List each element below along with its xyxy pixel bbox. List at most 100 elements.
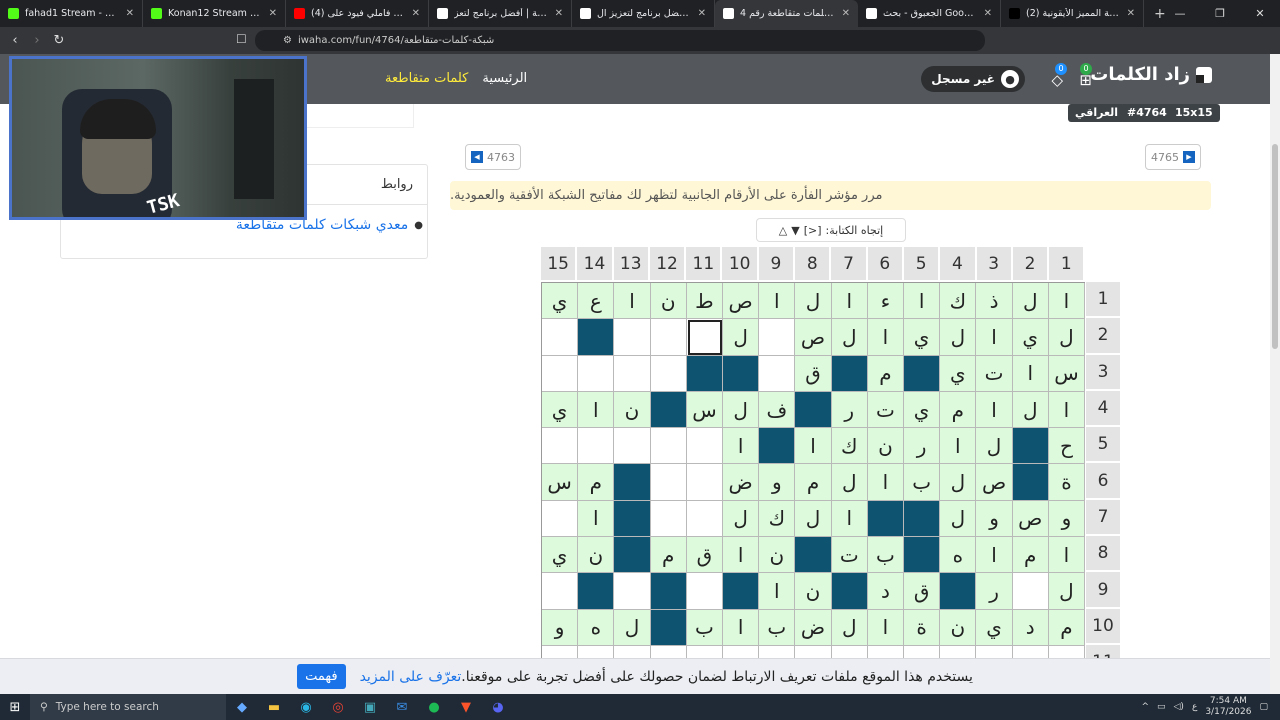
input-language[interactable]: ع	[1192, 702, 1197, 712]
row-number[interactable]: 9	[1086, 572, 1120, 609]
column-number[interactable]: 3	[976, 247, 1013, 280]
grid-cell[interactable]	[686, 428, 724, 465]
grid-cell[interactable]: ة	[1048, 464, 1085, 501]
grid-cell[interactable]: ل	[795, 283, 832, 320]
grid-cell[interactable]: ل	[940, 464, 977, 501]
grid-cell[interactable]: ا	[723, 428, 760, 465]
grid-cell[interactable]: ر	[976, 573, 1013, 610]
nav-home[interactable]: الرئيسية	[482, 71, 527, 86]
column-number[interactable]: 6	[867, 247, 904, 280]
grid-cell[interactable]: ص	[976, 464, 1013, 501]
grid-cell[interactable]	[542, 428, 579, 465]
column-number[interactable]: 2	[1012, 247, 1050, 280]
grid-cell[interactable]: ل	[723, 391, 760, 429]
grid-cell[interactable]: ل	[1048, 319, 1085, 356]
grid-cell[interactable]: ل	[614, 609, 651, 646]
next-puzzle-button[interactable]: 4765 ▶	[1145, 144, 1201, 170]
grid-cell[interactable]: ا	[759, 283, 796, 320]
grid-cell[interactable]: ح	[1048, 428, 1085, 465]
region-tag[interactable]: العراقي	[1068, 104, 1126, 122]
tab-close-icon[interactable]: ✕	[698, 8, 706, 19]
grid-cell[interactable]	[686, 464, 724, 501]
row-number[interactable]: 6	[1086, 463, 1120, 500]
browser-tab[interactable]: Konan12 Stream - Kick Dashbo ✕	[143, 0, 286, 27]
grid-cell[interactable]	[650, 319, 687, 356]
grid-cell[interactable]: ع	[578, 283, 615, 320]
site-logo[interactable]: زاد الكلمات	[1090, 64, 1212, 85]
grid-cell[interactable]: ق	[795, 355, 832, 392]
grid-cell[interactable]	[759, 319, 796, 356]
brave-icon[interactable]: ▼	[450, 694, 482, 720]
grid-cell[interactable]: ق	[686, 537, 724, 574]
edge-icon[interactable]: ◉	[290, 694, 322, 720]
grid-cell[interactable]: ب	[867, 537, 905, 574]
row-number[interactable]: 1	[1086, 282, 1120, 319]
windows-start-icon[interactable]: ⊞	[0, 700, 30, 715]
grid-cell[interactable]: ا	[940, 428, 977, 465]
grid-cell[interactable]: ن	[795, 573, 832, 610]
grid-cell[interactable]: و	[542, 609, 579, 646]
grid-cell[interactable]: ي	[542, 283, 579, 320]
row-number[interactable]: 4	[1086, 390, 1120, 428]
column-number[interactable]: 8	[795, 247, 832, 280]
tab-close-icon[interactable]: ✕	[269, 8, 277, 19]
grid-cell[interactable]: م	[795, 464, 832, 501]
grid-cell[interactable]: ا	[867, 319, 905, 356]
column-number[interactable]: 7	[831, 247, 868, 280]
grid-cell[interactable]: ن	[867, 428, 905, 465]
prev-puzzle-button[interactable]: ◀ 4763	[465, 144, 521, 170]
mail-icon[interactable]: ✉	[386, 694, 418, 720]
grid-cell[interactable]: ي	[940, 355, 977, 392]
direction-up-icon[interactable]: △	[779, 224, 787, 237]
grid-cell[interactable]: ا	[578, 500, 615, 538]
grid-cell[interactable]: ا	[723, 537, 760, 574]
grid-cell[interactable]: ف	[759, 391, 796, 429]
copilot-icon[interactable]: ◆	[226, 694, 258, 720]
tab-close-icon[interactable]: ✕	[1127, 8, 1135, 19]
notifications-icon[interactable]: ▢	[1259, 702, 1268, 712]
chrome-icon[interactable]: ◎	[322, 694, 354, 720]
grid-cell[interactable]: ل	[723, 319, 760, 356]
grid-cell[interactable]: ص	[1012, 500, 1049, 538]
tray-chevron-icon[interactable]: ^	[1141, 702, 1149, 712]
column-number[interactable]: 9	[758, 247, 796, 280]
grid-cell[interactable]: ل	[831, 609, 868, 646]
tab-close-icon[interactable]: ✕	[126, 8, 134, 19]
grid-cell[interactable]: ب	[686, 609, 724, 646]
grid-cell[interactable]: ض	[723, 464, 760, 501]
bookmark-icon[interactable]: ☐	[236, 32, 247, 46]
browser-tab[interactable]: بوت الدردشة | أفضل برنامج لتعز ✕	[429, 0, 572, 27]
grid-cell[interactable]: ذ	[976, 283, 1013, 320]
grid-cell[interactable]: ا	[759, 573, 796, 610]
row-number[interactable]: 5	[1086, 427, 1120, 464]
grid-cell[interactable]: ن	[614, 391, 651, 429]
grid-cell[interactable]: ا	[578, 391, 615, 429]
grid-cell[interactable]: ا	[723, 609, 760, 646]
grid-cell[interactable]: ض	[795, 609, 832, 646]
taskbar-search[interactable]: ⚲ Type here to search	[30, 694, 226, 720]
grid-cell[interactable]: ا	[1048, 283, 1085, 320]
grid-cell[interactable]: ب	[759, 609, 796, 646]
grid-cell[interactable]: ك	[759, 500, 796, 538]
grid-cell[interactable]: ا	[831, 500, 868, 538]
grid-cell[interactable]	[542, 500, 579, 538]
taskbar-clock[interactable]: 7:54 AM 3/17/2026	[1205, 696, 1251, 718]
grid-cell[interactable]: ل	[1012, 391, 1049, 429]
grid-cell[interactable]: ر	[831, 391, 868, 429]
grid-cell[interactable]: ل	[831, 464, 868, 501]
grid-cell[interactable]	[542, 355, 579, 392]
file-explorer-icon[interactable]: ▬	[258, 694, 290, 720]
learn-more-link[interactable]: تعرّف على المزيد	[360, 669, 462, 685]
grid-cell[interactable]	[614, 355, 651, 392]
grid-cell[interactable]: و	[759, 464, 796, 501]
grid-cell[interactable]: ن	[940, 609, 977, 646]
grid-cell[interactable]: د	[1012, 609, 1049, 646]
column-number[interactable]: 5	[903, 247, 941, 280]
grid-cell[interactable]: ا	[831, 283, 868, 320]
grid-cell[interactable]: ل	[976, 428, 1013, 465]
grid-cell[interactable]: ا	[1048, 537, 1085, 574]
grid-cell[interactable]: ي	[904, 391, 941, 429]
grid-cell[interactable]	[686, 573, 724, 610]
forward-icon[interactable]: ›	[26, 33, 48, 48]
row-number[interactable]: 3	[1086, 354, 1120, 391]
